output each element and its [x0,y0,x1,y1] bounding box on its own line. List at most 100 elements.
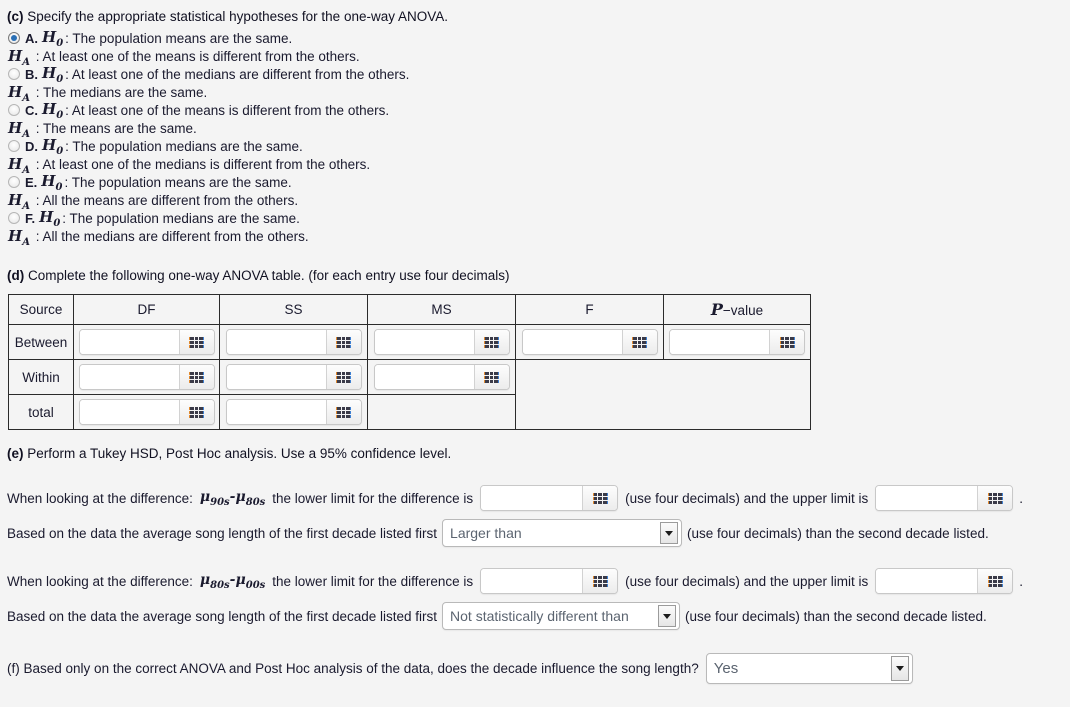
option-d-row[interactable]: D. H0 : The population medians are the s… [7,136,1070,157]
keypad-button-within-ss[interactable] [325,365,361,389]
comparison-2-lower-limit-input[interactable] [481,569,583,593]
comparison-2-after-lower-text: (use four decimals) and the upper limit … [625,573,869,589]
grid-keypad-icon [988,575,1002,587]
option-a-ha-text: : At least one of the means is different… [35,49,360,64]
comparison-2-lower-limit-wrapper[interactable] [480,568,619,594]
input-between-ss[interactable] [226,330,326,354]
radio-option-e[interactable] [8,176,20,188]
worksheet-page: (c) Specify the appropriate statistical … [0,0,1070,684]
cell-within-ms [367,359,516,395]
keypad-button-comparison-1-lower[interactable] [582,486,618,510]
input-within-ms-wrapper[interactable] [373,364,510,390]
input-between-df-wrapper[interactable] [78,329,215,355]
option-d-ha-line: HA : At least one of the medians is diff… [7,155,1070,176]
comparison-1-lower-limit-input[interactable] [481,486,583,510]
chevron-down-icon[interactable] [660,522,679,544]
keypad-button-between-f[interactable] [621,330,657,354]
radio-option-c[interactable] [8,104,20,116]
input-between-ss-wrapper[interactable] [225,329,362,355]
input-total-df[interactable] [79,400,179,424]
input-within-ss-wrapper[interactable] [225,364,362,390]
anova-table: Source DF SS MS F P−value Between Within… [8,294,811,430]
input-within-ss[interactable] [226,365,326,389]
keypad-button-total-ss[interactable] [325,400,361,424]
row-label-total: total [8,394,74,430]
option-c-h0-text: : At least one of the means is different… [65,102,390,118]
chevron-down-icon[interactable] [890,655,909,681]
comparison-1-lower-limit-wrapper[interactable] [480,485,619,511]
part-f-answer-select[interactable]: Yes [705,652,913,684]
input-between-f-wrapper[interactable] [521,329,658,355]
keypad-button-total-df[interactable] [178,400,214,424]
cell-between-ss [219,324,368,360]
option-b-h0-text: : At least one of the medians are differ… [65,66,410,82]
comparison-1-lead-text: When looking at the difference: [7,490,193,506]
option-f-ha-line: HA : All the medians are different from … [7,227,1070,248]
grid-keypad-icon [190,406,203,418]
input-between-pvalue[interactable] [670,330,769,354]
input-within-df-wrapper[interactable] [78,364,215,390]
grid-keypad-icon [190,371,203,383]
cell-empty-total-ms [367,394,516,430]
radio-option-f[interactable] [8,212,20,224]
input-total-ss-wrapper[interactable] [225,399,362,425]
comparison-1-upper-limit-input[interactable] [876,486,978,510]
option-a-letter: A. [25,30,38,46]
option-c-letter: C. [25,102,38,118]
option-a-ha-line: HA : At least one of the means is differ… [7,47,1070,68]
option-b-row[interactable]: B. H0 : At least one of the medians are … [7,64,1070,85]
input-total-ss[interactable] [226,400,326,424]
cell-total-ss [219,394,368,430]
radio-option-a[interactable] [8,32,20,44]
keypad-button-between-ss[interactable] [325,330,361,354]
comparison-2-conclusion-select[interactable]: Not statistically different than [442,602,681,630]
cell-within-ss [219,359,368,395]
input-between-pvalue-wrapper[interactable] [669,329,805,355]
input-between-ms-wrapper[interactable] [373,329,510,355]
input-between-df[interactable] [79,330,179,354]
option-b-letter: B. [25,66,38,82]
input-within-df[interactable] [79,365,179,389]
keypad-button-comparison-2-upper[interactable] [977,569,1013,593]
comparison-2-mid-text: the lower limit for the difference is [272,573,474,589]
part-c-prompt: (c) Specify the appropriate statistical … [7,8,1070,26]
keypad-button-between-df[interactable] [178,330,214,354]
grid-keypad-icon [337,406,350,418]
comparison-2-upper-limit-wrapper[interactable] [875,568,1014,594]
option-f-h0-text: : The population medians are the same. [62,210,300,226]
part-f-label: (f) [7,660,20,676]
comparison-1-conclusion-value: Larger than [450,525,522,541]
part-e-section: (e) Perform a Tukey HSD, Post Hoc analys… [7,445,1070,631]
option-e-ha-symbol: HA [8,191,30,212]
keypad-button-between-pvalue[interactable] [769,330,804,354]
input-within-ms[interactable] [374,365,474,389]
keypad-button-between-ms[interactable] [473,330,509,354]
keypad-button-within-ms[interactable] [473,365,509,389]
table-header-row: Source DF SS MS F P−value [8,294,811,325]
option-e-row[interactable]: E. H0 : The population means are the sam… [7,172,1070,193]
keypad-button-comparison-2-lower[interactable] [582,569,618,593]
keypad-button-comparison-1-upper[interactable] [977,486,1013,510]
option-e-letter: E. [25,174,38,190]
option-a-row[interactable]: A. H0 : The population means are the sam… [7,27,1070,49]
input-total-df-wrapper[interactable] [78,399,215,425]
keypad-button-within-df[interactable] [178,365,214,389]
part-f-prompt: (f) Based only on the correct ANOVA and … [7,661,699,676]
part-f-prompt-text: Based only on the correct ANOVA and Post… [23,660,699,676]
comparison-1-upper-limit-wrapper[interactable] [875,485,1014,511]
header-df: DF [73,294,220,325]
comparison-1-mid-text: the lower limit for the difference is [272,490,474,506]
header-ms: MS [367,294,516,325]
option-b-ha-symbol: HA [8,83,30,104]
option-f-row[interactable]: F. H0 : The population medians are the s… [7,208,1070,229]
input-between-ms[interactable] [374,330,474,354]
radio-option-d[interactable] [8,140,20,152]
radio-option-b[interactable] [8,68,20,80]
option-a-h0-symbol: H0 [42,27,64,49]
option-c-row[interactable]: C. H0 : At least one of the means is dif… [7,100,1070,121]
option-d-letter: D. [25,138,38,154]
input-between-f[interactable] [522,330,622,354]
chevron-down-icon[interactable] [658,605,677,627]
comparison-1-conclusion-select[interactable]: Larger than [442,519,683,547]
comparison-2-upper-limit-input[interactable] [876,569,978,593]
